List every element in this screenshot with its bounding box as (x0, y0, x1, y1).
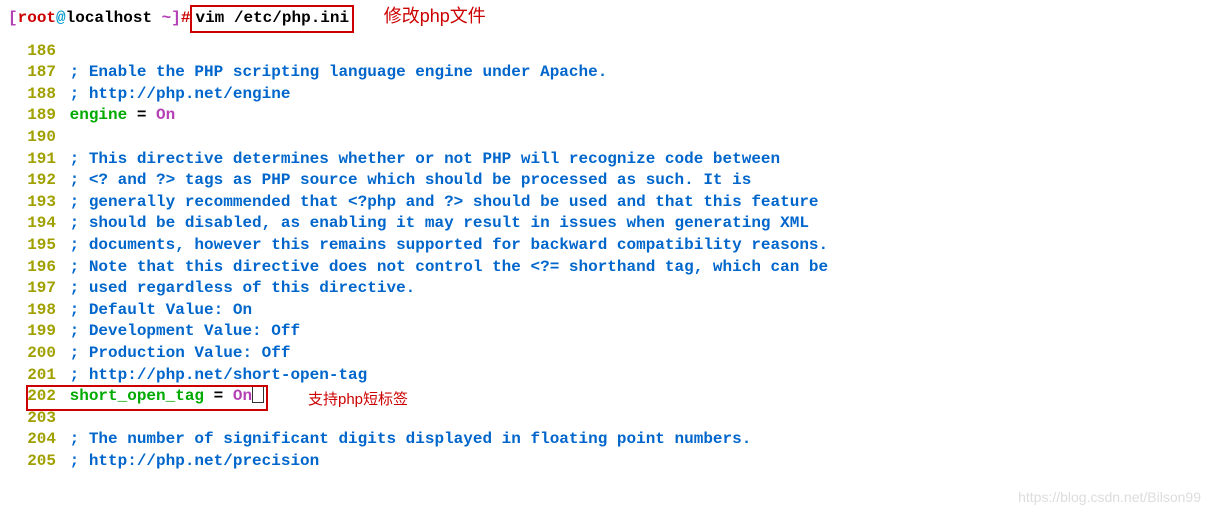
line-number: 197 (8, 278, 56, 300)
comment-text: ; should be disabled, as enabling it may… (70, 214, 809, 232)
directive-name: short_open_tag (70, 387, 204, 405)
directive-value: On (233, 387, 252, 405)
prompt-host: localhost (66, 9, 162, 27)
comment-text: ; Enable the PHP scripting language engi… (70, 63, 608, 81)
line-number: 194 (8, 213, 56, 235)
code-line: 202 short_open_tag = On支持php短标签 (8, 386, 1211, 408)
code-line: 186 (8, 41, 1211, 63)
vim-editor-content[interactable]: 186 187 ; Enable the PHP scripting langu… (8, 41, 1211, 473)
comment-text: ; Development Value: Off (70, 322, 300, 340)
watermark: https://blog.csdn.net/Bilson99 (1018, 488, 1201, 507)
line-number: 192 (8, 170, 56, 192)
line-number: 200 (8, 343, 56, 365)
equals-sign: = (204, 387, 233, 405)
equals-sign: = (127, 106, 156, 124)
prompt-path: ~ (162, 9, 172, 27)
line-number: 195 (8, 235, 56, 257)
comment-text: ; Default Value: On (70, 301, 252, 319)
comment-text: ; <? and ?> tags as PHP source which sho… (70, 171, 752, 189)
comment-text: ; http://php.net/short-open-tag (70, 366, 368, 384)
code-line: 205 ; http://php.net/precision (8, 451, 1211, 473)
comment-text: ; The number of significant digits displ… (70, 430, 752, 448)
line-number: 204 (8, 429, 56, 451)
line-number: 190 (8, 127, 56, 149)
line-number: 205 (8, 451, 56, 473)
code-line: 189 engine = On (8, 105, 1211, 127)
line-number: 191 (8, 149, 56, 171)
code-line: 194 ; should be disabled, as enabling it… (8, 213, 1211, 235)
line-number: 202 (8, 386, 56, 408)
line-number: 198 (8, 300, 56, 322)
line-number: 186 (8, 41, 56, 63)
prompt-user: root (18, 9, 56, 27)
code-line: 201 ; http://php.net/short-open-tag (8, 365, 1211, 387)
code-line: 190 (8, 127, 1211, 149)
comment-text: ; This directive determines whether or n… (70, 150, 781, 168)
code-line: 200 ; Production Value: Off (8, 343, 1211, 365)
line-number: 193 (8, 192, 56, 214)
prompt-bracket-close: ] (171, 9, 181, 27)
comment-text: ; http://php.net/precision (70, 452, 320, 470)
code-line: 197 ; used regardless of this directive. (8, 278, 1211, 300)
code-line: 198 ; Default Value: On (8, 300, 1211, 322)
code-line: 203 (8, 408, 1211, 430)
prompt-bracket-open: [ (8, 9, 18, 27)
line-number: 187 (8, 62, 56, 84)
line-number: 201 (8, 365, 56, 387)
prompt-hash: # (181, 9, 191, 27)
code-line: 188 ; http://php.net/engine (8, 84, 1211, 106)
comment-text: ; Production Value: Off (70, 344, 291, 362)
code-line: 204 ; The number of significant digits d… (8, 429, 1211, 451)
terminal-view: [root@localhost ~]# vim /etc/php.ini 修改p… (0, 0, 1219, 476)
comment-text: ; used regardless of this directive. (70, 279, 416, 297)
shell-prompt-line: [root@localhost ~]# vim /etc/php.ini 修改p… (8, 4, 1211, 33)
prompt-at: @ (56, 9, 66, 27)
code-line: 196 ; Note that this directive does not … (8, 257, 1211, 279)
code-line: 193 ; generally recommended that <?php a… (8, 192, 1211, 214)
comment-text: ; http://php.net/engine (70, 85, 291, 103)
comment-text: ; generally recommended that <?php and ?… (70, 193, 819, 211)
code-line: 191 ; This directive determines whether … (8, 149, 1211, 171)
line-number: 203 (8, 408, 56, 430)
annotation-modify-php: 修改php文件 (384, 6, 486, 26)
code-line: 195 ; documents, however this remains su… (8, 235, 1211, 257)
code-line: 199 ; Development Value: Off (8, 321, 1211, 343)
comment-text: ; Note that this directive does not cont… (70, 258, 829, 276)
shell-command: vim /etc/php.ini (195, 9, 349, 27)
cursor-icon (252, 386, 264, 403)
command-highlight-box: vim /etc/php.ini (190, 5, 354, 33)
comment-text: ; documents, however this remains suppor… (70, 236, 829, 254)
directive-name: engine (70, 106, 128, 124)
line-number: 188 (8, 84, 56, 106)
directive-value: On (156, 106, 175, 124)
line-number: 199 (8, 321, 56, 343)
line-number: 189 (8, 105, 56, 127)
line-number: 196 (8, 257, 56, 279)
code-line: 187 ; Enable the PHP scripting language … (8, 62, 1211, 84)
code-line: 192 ; <? and ?> tags as PHP source which… (8, 170, 1211, 192)
